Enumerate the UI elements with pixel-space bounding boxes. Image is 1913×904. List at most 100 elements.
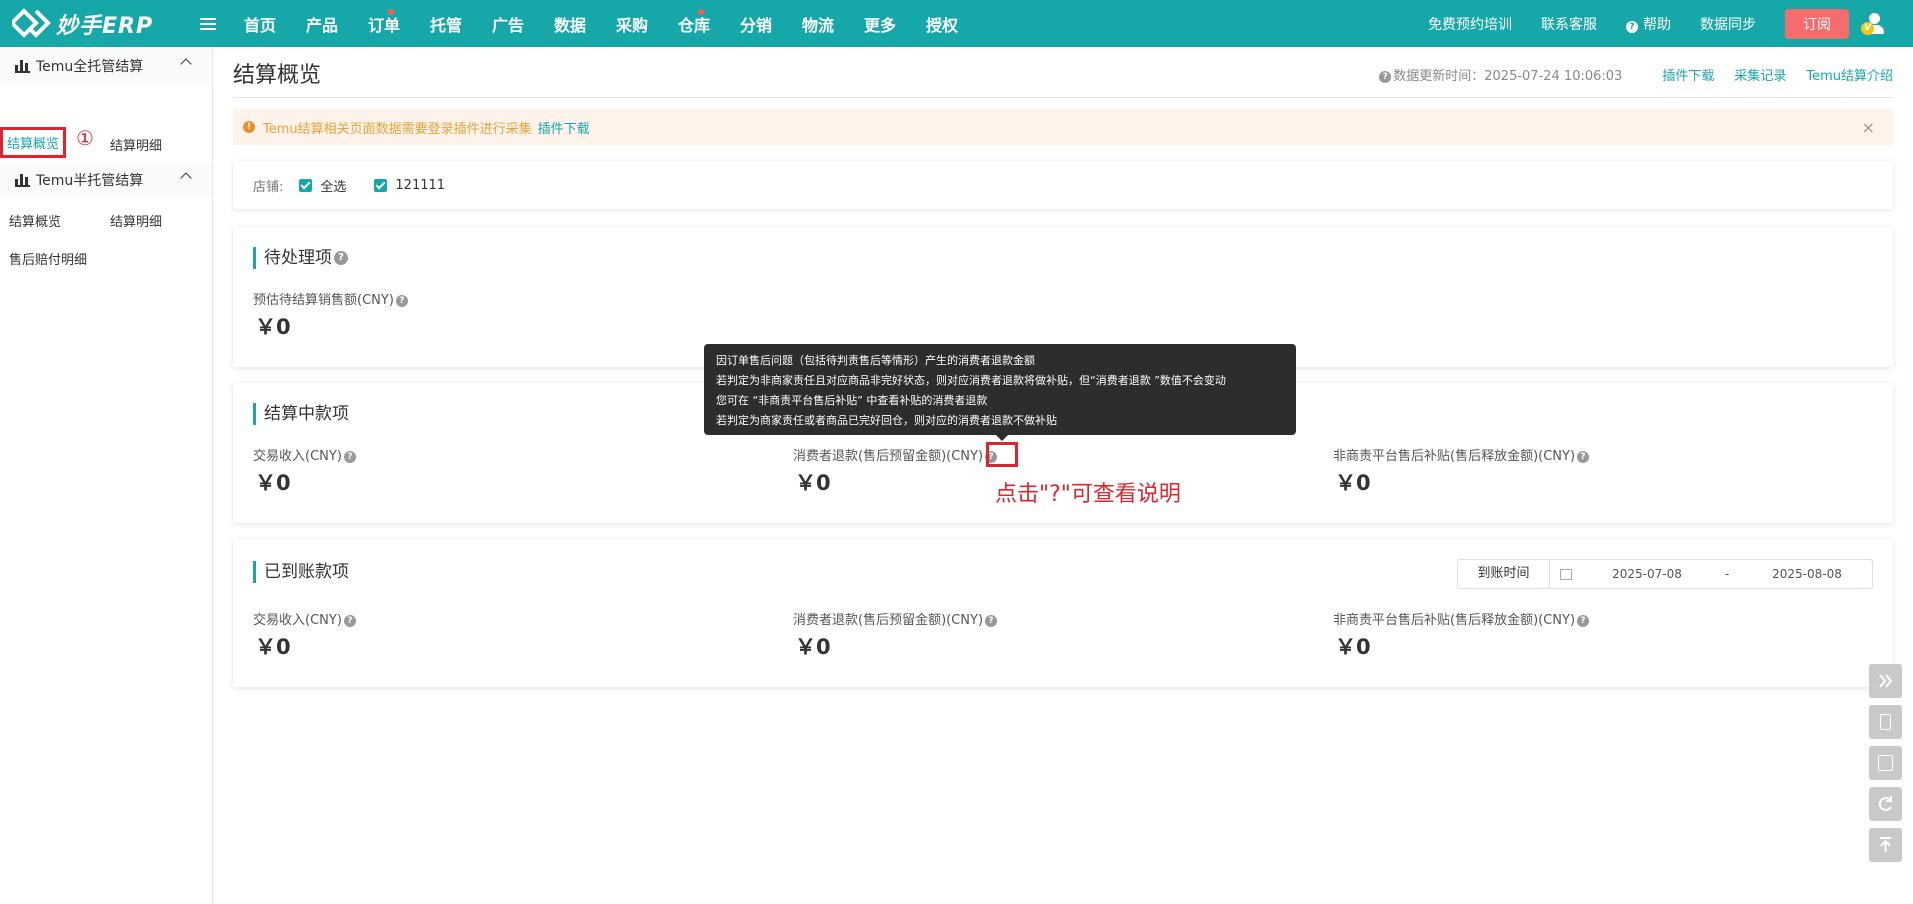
header-actions: ? 数据更新时间：2025-07-24 10:06:03 插件下载 采集记录 Te… — [1377, 65, 1893, 84]
help-link[interactable]: ? 帮助 — [1626, 14, 1671, 34]
select-all-checkbox[interactable]: 全选 — [299, 176, 346, 195]
nav-home[interactable]: 首页 — [230, 12, 292, 36]
temu-intro-link[interactable]: Temu结算介绍 — [1806, 65, 1893, 84]
subscribe-button[interactable]: 订阅 — [1785, 8, 1849, 39]
nav-purchase[interactable]: 采购 — [602, 12, 664, 36]
metric-label-text: 消费者退款(售后预留金额)(CNY) — [793, 449, 984, 464]
sidebar-item-aftersale-compensation[interactable]: 售后赔付明细 — [9, 249, 87, 268]
section-title: 已到账款项 — [253, 561, 349, 583]
help-icon[interactable]: ? — [343, 614, 356, 627]
date-to-input[interactable]: 2025-08-08 — [1742, 560, 1872, 588]
help-icon[interactable]: ? — [1379, 70, 1392, 83]
sidebar-group-label: Temu半托管结算 — [36, 173, 144, 189]
help-icon[interactable]: ? — [395, 294, 408, 307]
sidebar-item-settlement-detail[interactable]: 结算明细 — [110, 135, 162, 154]
training-link[interactable]: 免费预约培训 — [1428, 14, 1512, 34]
nav-orders[interactable]: 订单 — [354, 8, 416, 36]
feedback-icon[interactable] — [1869, 746, 1902, 780]
nav-hosting[interactable]: 托管 — [416, 12, 478, 36]
close-icon[interactable]: × — [1862, 118, 1875, 137]
date-from-input[interactable]: 2025-07-08 — [1582, 560, 1712, 588]
date-range-picker[interactable]: 到账时间 2025-07-08 - 2025-08-08 — [1457, 559, 1873, 589]
warning-icon: ! — [243, 121, 255, 133]
help-label: 帮助 — [1643, 16, 1671, 33]
metric-value: ￥0 — [255, 635, 291, 659]
top-navbar: 妙手ERP 首页 产品 订单 托管 广告 数据 采购 仓库 分销 物流 更多 授… — [0, 0, 1913, 47]
nav-data[interactable]: 数据 — [540, 12, 602, 36]
shop-label: 店铺: — [253, 179, 284, 195]
metric-label-text: 预估待结算销售额(CNY) — [253, 293, 394, 308]
sidebar-item-semi-detail[interactable]: 结算明细 — [110, 211, 162, 230]
alert-plugin-link[interactable]: 插件下载 — [538, 118, 590, 137]
metric-label-text: 非商责平台售后补贴(售后释放金额)(CNY) — [1333, 613, 1576, 628]
checkbox-checked-icon — [299, 178, 313, 192]
nav-products[interactable]: 产品 — [292, 12, 354, 36]
sidebar-group-semi-hosting[interactable]: Temu半托管结算 — [0, 161, 212, 199]
chevron-up-icon[interactable] — [180, 172, 192, 184]
logo[interactable]: 妙手ERP — [12, 7, 162, 41]
nav-logistics[interactable]: 物流 — [788, 12, 850, 36]
floating-toolbar — [1869, 664, 1902, 869]
shop-name: 121111 — [395, 177, 446, 193]
nav-ads[interactable]: 广告 — [478, 12, 540, 36]
metric-value: ￥0 — [795, 471, 831, 495]
sidebar-item-semi-overview[interactable]: 结算概览 — [9, 211, 61, 230]
expand-icon[interactable] — [1869, 664, 1902, 698]
chevron-up-icon[interactable] — [180, 58, 192, 70]
top-right-actions: 免费预约培训 联系客服 ? 帮助 数据同步 订阅 V — [1428, 0, 1913, 47]
sidebar-item-settlement-overview[interactable]: 结算概览 — [0, 127, 67, 158]
metric-label-text: 交易收入(CNY) — [253, 613, 342, 628]
back-to-top-icon[interactable] — [1869, 828, 1902, 862]
annotation-text: 点击"?"可查看说明 — [995, 482, 1181, 507]
select-all-label: 全选 — [320, 179, 347, 195]
vip-badge: V — [1861, 21, 1874, 35]
logo-text: 妙手ERP — [56, 13, 154, 39]
section-title-text: 待处理项 — [264, 248, 332, 268]
shop-checkbox[interactable]: 121111 — [374, 178, 445, 193]
customer-service-link[interactable]: 联系客服 — [1541, 14, 1597, 34]
avatar[interactable]: V — [1861, 12, 1885, 35]
bar-chart-icon — [15, 173, 30, 187]
plugin-download-link[interactable]: 插件下载 — [1662, 65, 1714, 84]
metric-label: 预估待结算销售额(CNY)? — [253, 289, 408, 308]
calendar-icon — [1560, 569, 1572, 580]
step-marker: ① — [76, 126, 94, 150]
refresh-icon[interactable] — [1869, 787, 1902, 821]
notification-dot — [698, 8, 704, 15]
section-title: 结算中款项 — [253, 403, 349, 425]
update-time: ? 数据更新时间：2025-07-24 10:06:03 — [1377, 65, 1622, 84]
date-type-button[interactable]: 到账时间 — [1458, 560, 1550, 588]
nav-orders-label: 订单 — [368, 15, 401, 35]
section-title: 待处理项? — [253, 247, 348, 269]
bar-chart-icon — [15, 59, 30, 73]
help-icon[interactable]: ? — [343, 450, 356, 463]
nav-authorize[interactable]: 授权 — [912, 12, 974, 36]
feedback-icon-shape — [1878, 755, 1893, 771]
nav-warehouse[interactable]: 仓库 — [664, 8, 726, 36]
collect-record-link[interactable]: 采集记录 — [1734, 65, 1786, 84]
metric-label-text: 消费者退款(售后预留金额)(CNY) — [793, 613, 984, 628]
help-icon[interactable]: ? — [334, 251, 348, 265]
divider — [233, 97, 1893, 98]
sidebar-group-full-hosting[interactable]: Temu全托管结算 — [0, 47, 212, 85]
tooltip-line: 您可在 “非商责平台售后补贴” 中查看补贴的消费者退款 — [716, 394, 988, 407]
tooltip-line: 若判定为非商家责任且对应商品非完好状态，则对应消费者退款将做补贴，但“消费者退款… — [716, 374, 1226, 387]
nav-distribution[interactable]: 分销 — [726, 12, 788, 36]
data-sync-link[interactable]: 数据同步 — [1700, 14, 1756, 34]
tooltip-line: 因订单售后问题（包括待判责售后等情形）产生的消费者退款金额 — [716, 354, 1035, 367]
main-nav: 首页 产品 订单 托管 广告 数据 采购 仓库 分销 物流 更多 授权 — [230, 8, 974, 36]
menu-toggle-icon[interactable] — [200, 15, 216, 33]
mobile-icon-shape — [1880, 714, 1891, 730]
help-icon[interactable]: ? — [1577, 450, 1590, 463]
metric-label: 消费者退款(售后预留金额)(CNY)? — [793, 609, 998, 628]
mobile-icon[interactable] — [1869, 705, 1902, 739]
metric-label-text: 交易收入(CNY) — [253, 449, 342, 464]
metric-value: ￥0 — [255, 471, 291, 495]
nav-warehouse-label: 仓库 — [678, 15, 711, 35]
help-icon[interactable]: ? — [985, 614, 998, 627]
nav-more[interactable]: 更多 — [850, 12, 912, 36]
metric-value: ￥0 — [1335, 635, 1371, 659]
metric-label-text: 非商责平台售后补贴(售后释放金额)(CNY) — [1333, 449, 1576, 464]
help-icon[interactable]: ? — [1577, 614, 1590, 627]
notification-dot — [388, 8, 394, 15]
